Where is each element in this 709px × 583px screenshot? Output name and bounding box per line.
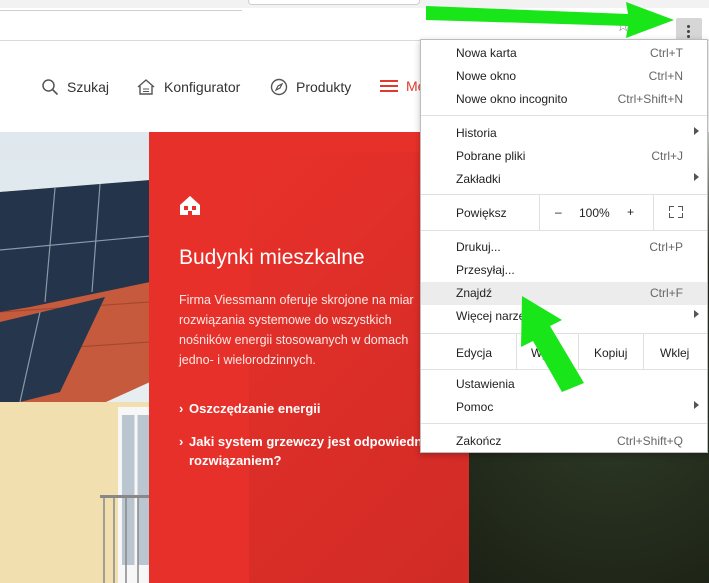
menu-separator: [421, 115, 707, 116]
zoom-in-button[interactable]: +: [627, 205, 634, 219]
link-heating-system[interactable]: › Jaki system grzewczy jest odpowiedn roz…: [179, 432, 422, 470]
menu-shortcut: Ctrl+T: [650, 46, 683, 60]
menu-item-exit[interactable]: Zakończ Ctrl+Shift+Q: [421, 430, 707, 453]
search-icon: [42, 79, 59, 96]
hamburger-icon: [380, 80, 398, 92]
hero-description: Firma Viessmann oferuje skrojone na miar…: [179, 293, 414, 367]
house-icon: [137, 79, 155, 95]
nav-search[interactable]: Szukaj: [41, 78, 109, 96]
menu-shortcut: Ctrl+F: [650, 286, 683, 300]
hero-title: Budynki mieszkalne: [179, 246, 365, 269]
menu-shortcut: Ctrl+N: [648, 69, 683, 83]
menu-zoom-row: Powiększ – 100% +: [421, 194, 707, 230]
copy-button[interactable]: Kopiuj: [578, 334, 644, 370]
link-energy-saving[interactable]: › Oszczędzanie energii: [179, 399, 321, 418]
star-icon[interactable]: ☆: [616, 16, 630, 35]
building-icon: [180, 196, 200, 215]
nav-products-label: Produkty: [296, 79, 352, 95]
menu-shortcut: Ctrl+J: [651, 149, 683, 163]
menu-item-cast[interactable]: Przesyłaj...: [421, 259, 707, 282]
nav-search-label: Szukaj: [67, 79, 110, 95]
menu-shortcut: Ctrl+Shift+N: [617, 92, 683, 106]
zoom-value: 100%: [579, 206, 610, 220]
menu-label: Pobrane pliki: [456, 149, 526, 163]
nav-configurator-label: Konfigurator: [164, 79, 241, 95]
submenu-arrow-icon: [694, 401, 699, 409]
menu-item-incognito[interactable]: Nowe okno incognito Ctrl+Shift+N: [421, 88, 707, 111]
menu-label: Ustawienia: [456, 377, 515, 391]
menu-label: Nowe okno incognito: [456, 92, 568, 106]
chevron-right-icon: ›: [179, 401, 184, 416]
menu-item-settings[interactable]: Ustawienia: [421, 373, 707, 396]
browser-tab[interactable]: [248, 0, 420, 5]
menu-label: Drukuj...: [456, 240, 501, 254]
tab-strip: [0, 0, 709, 8]
browser-menu: Nowa karta Ctrl+T Nowe okno Ctrl+N Nowe …: [420, 39, 708, 453]
menu-label: Nowa karta: [456, 46, 517, 60]
cut-button[interactable]: Wy: [516, 334, 579, 370]
cut-label: Wy: [531, 346, 549, 360]
menu-item-find[interactable]: Znajdź Ctrl+F: [421, 282, 707, 305]
link-heating-system-label: Jaki system grzewczy jest odpowiedn: [189, 434, 423, 449]
edit-label: Edycja: [456, 346, 493, 360]
menu-label: Nowe okno: [456, 69, 517, 83]
site-nav: Szukaj Konfigurator Produkty Me: [0, 78, 425, 102]
menu-item-new-window[interactable]: Nowe okno Ctrl+N: [421, 65, 707, 88]
menu-shortcut: Ctrl+P: [649, 240, 683, 254]
menu-edit-row: Edycja Wy Kopiuj Wklej: [421, 334, 707, 370]
menu-label: Znajdź: [456, 286, 493, 300]
menu-label: Pomoc: [456, 400, 494, 414]
menu-item-bookmarks[interactable]: Zakładki: [421, 168, 707, 191]
zoom-out-button[interactable]: –: [555, 205, 562, 219]
nav-menu[interactable]: Me: [380, 78, 425, 94]
menu-separator: [421, 423, 707, 424]
menu-shortcut: Ctrl+Shift+Q: [616, 434, 683, 448]
paste-label: Wklej: [660, 346, 690, 360]
compass-icon: [270, 78, 288, 96]
menu-item-more-tools[interactable]: Więcej narzę: [421, 305, 707, 328]
submenu-arrow-icon: [694, 310, 699, 318]
menu-item-help[interactable]: Pomoc: [421, 396, 707, 419]
menu-label: Przesyłaj...: [456, 263, 515, 277]
link-energy-saving-label: Oszczędzanie energii: [189, 401, 321, 416]
copy-label: Kopiuj: [594, 346, 628, 360]
menu-item-downloads[interactable]: Pobrane pliki Ctrl+J: [421, 145, 707, 168]
menu-label: Zakładki: [456, 172, 501, 186]
menu-label: Więcej narzę: [456, 309, 526, 323]
menu-separator: [421, 369, 707, 370]
menu-item-print[interactable]: Drukuj... Ctrl+P: [421, 236, 707, 259]
menu-separator: [421, 230, 707, 231]
address-bar-edge[interactable]: [0, 10, 242, 11]
link-heating-system-label-2: rozwiązaniem?: [189, 453, 282, 468]
menu-label: Zakończ: [456, 434, 502, 448]
menu-label: Historia: [456, 126, 497, 140]
submenu-arrow-icon: [694, 173, 699, 181]
zoom-label: Powiększ: [456, 206, 507, 220]
nav-configurator[interactable]: Konfigurator: [136, 78, 240, 96]
browser-toolbar: ☆: [0, 8, 709, 46]
nav-products[interactable]: Produkty: [270, 78, 351, 96]
chevron-right-icon: ›: [179, 434, 184, 449]
submenu-arrow-icon: [694, 127, 699, 135]
menu-item-history[interactable]: Historia: [421, 122, 707, 145]
paste-button[interactable]: Wklej: [643, 334, 708, 370]
menu-item-new-tab[interactable]: Nowa karta Ctrl+T: [421, 42, 707, 65]
fullscreen-icon[interactable]: [669, 206, 683, 218]
window-image: [100, 407, 150, 583]
